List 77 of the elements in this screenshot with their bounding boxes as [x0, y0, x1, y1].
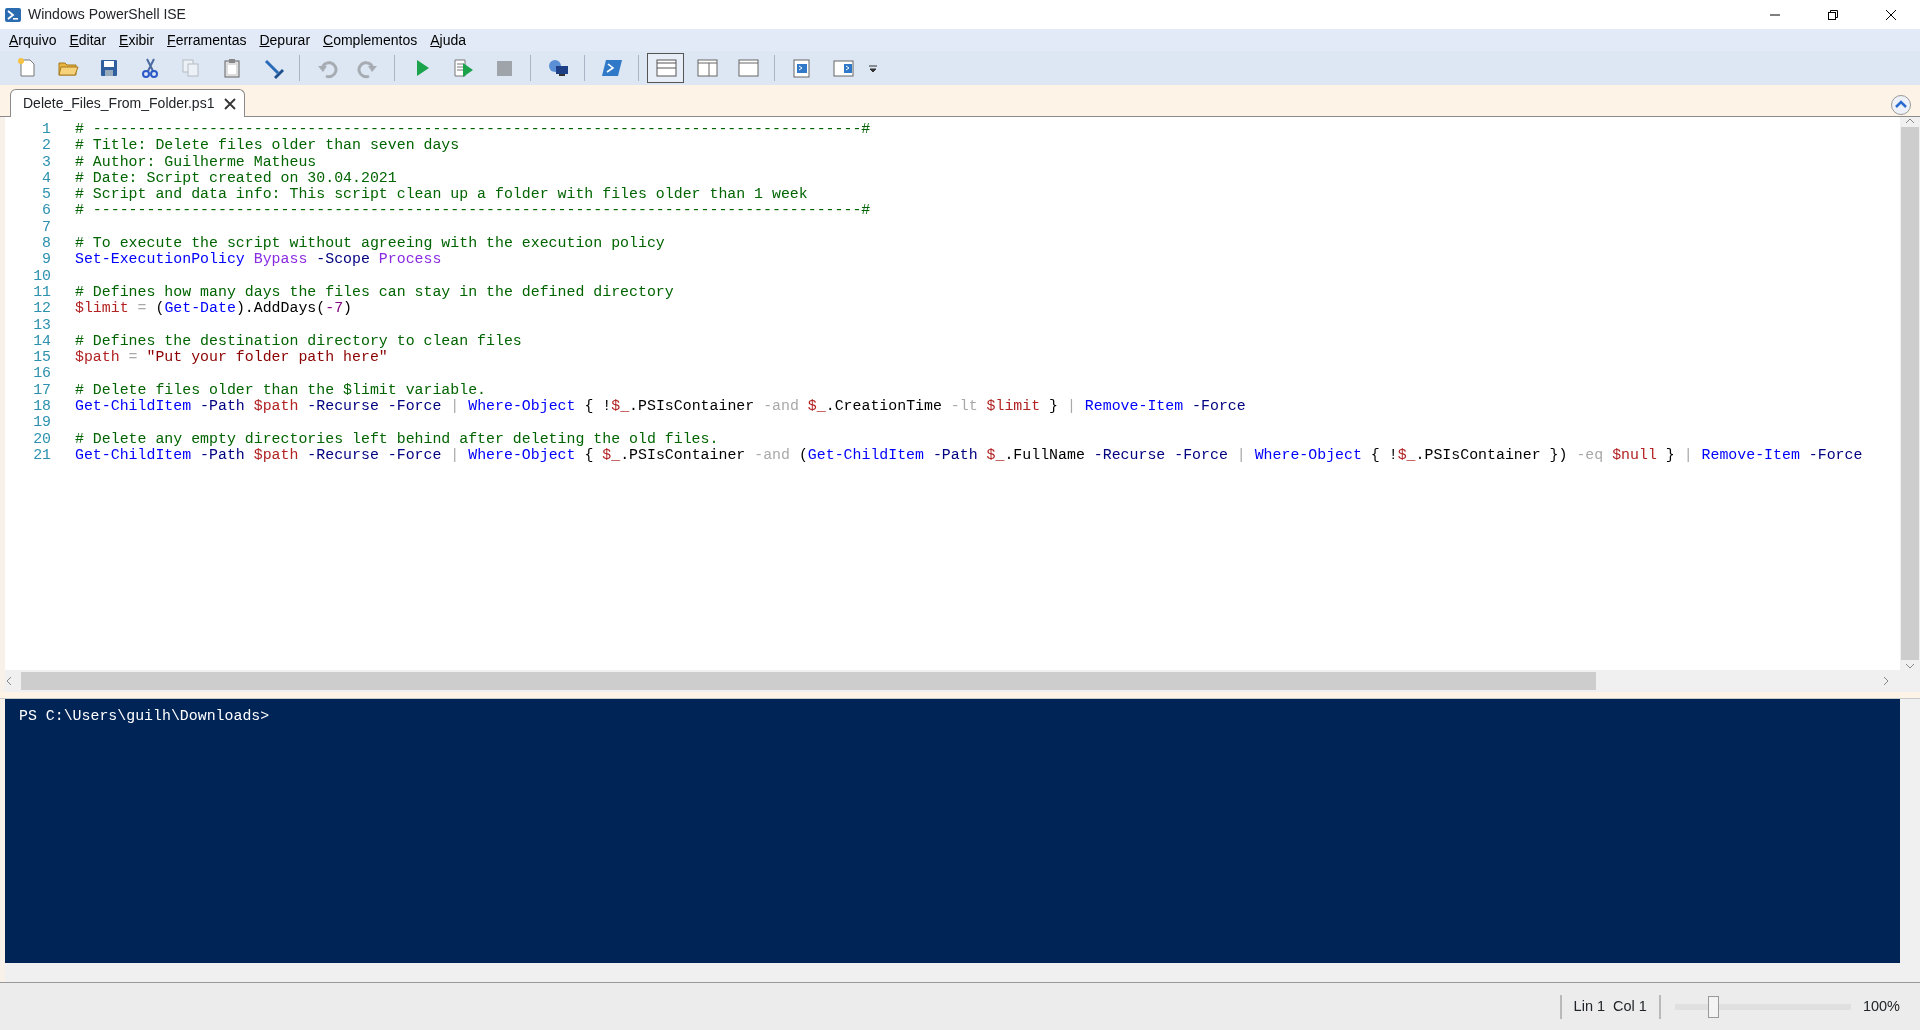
- menu-item[interactable]: Ferramentas: [162, 29, 255, 51]
- column-indicator: Col 1: [1613, 996, 1647, 1016]
- code-line: # Defines how many days the files can stay in the defined directory: [75, 283, 674, 301]
- code-line: # To execute the script without agreeing with the execution policy: [75, 235, 665, 252]
- code-line: # Delete files older than the $limit variable.: [75, 381, 487, 399]
- line-number: 9: [41, 251, 51, 268]
- line-number: 11: [32, 283, 51, 301]
- run-selection-icon: [451, 57, 474, 79]
- new-file-icon: [15, 57, 38, 79]
- overflow-icon[interactable]: [869, 64, 877, 73]
- powershell-icon: [600, 57, 623, 79]
- scroll-left-icon[interactable]: [5, 676, 13, 686]
- line-number: 13: [32, 316, 51, 333]
- line-number: 14: [32, 332, 51, 350]
- restore-icon[interactable]: [1827, 8, 1839, 21]
- line-number: 4: [41, 169, 51, 187]
- line-number: 19: [32, 414, 51, 431]
- line-number: 16: [32, 365, 51, 382]
- code-line: # Title: Delete files older than seven days: [75, 137, 460, 154]
- monitor-icon: [546, 57, 569, 79]
- code-line: # Author: Guilherme Matheus: [75, 153, 317, 170]
- line-number: 8: [41, 235, 51, 252]
- code-line: $path = "Put your folder path here": [75, 349, 388, 366]
- menu-item[interactable]: Complementos: [318, 29, 426, 51]
- menu-item[interactable]: Editar: [64, 29, 115, 51]
- code-line: # Delete any empty directories left behind after deleting the old files.: [75, 430, 719, 447]
- vertical-scrollbar[interactable]: [1900, 699, 1920, 963]
- close-icon[interactable]: [1885, 8, 1897, 21]
- line-number: 1: [41, 121, 51, 138]
- line-number: 15: [32, 349, 51, 366]
- script-tab[interactable]: Delete_Files_From_Folder.ps1: [10, 89, 246, 117]
- code-line: # --------------------------------------------------------------------------------------#: [75, 202, 871, 219]
- code-line: Get-ChildItem -Path $path -Recurse -Force | Where-Object { $_.PSIsContainer -and (Get-ChildItem -Path $_.FullName -Recurse -Force | Where-Object { !$_.PSIsContainer }) -eq $null } | Remove-Item -Force: [75, 446, 1863, 464]
- menu-item[interactable]: Exibir: [114, 29, 163, 51]
- code-line: # Script and data info: This script clean up a folder with files older than 1 week: [75, 186, 808, 203]
- line-number: 20: [32, 430, 51, 447]
- code-line: Get-ChildItem -Path $path -Recurse -Force | Where-Object { !$_.PSIsContainer -and $_.CreationTime -lt $limit } | Remove-Item -Force: [75, 398, 1246, 415]
- scroll-down-icon[interactable]: [1905, 662, 1915, 670]
- horizontal-scrollbar[interactable]: [0, 963, 1920, 982]
- code-line: # --------------------------------------------------------------------------------------#: [75, 121, 871, 138]
- line-indicator: Lin 1: [1573, 996, 1606, 1016]
- powershell-icon: [4, 6, 22, 25]
- layout-top-icon: [654, 57, 677, 79]
- line-number: 18: [32, 398, 51, 415]
- line-number: 12: [32, 300, 51, 317]
- code-line: # Date: Script created on 30.04.2021: [75, 169, 397, 187]
- menu-item[interactable]: Arquivo: [4, 29, 65, 51]
- window-title: Windows PowerShell ISE: [28, 5, 186, 24]
- line-number: 21: [32, 446, 51, 464]
- vertical-scrollbar[interactable]: [1900, 117, 1920, 670]
- line-number: 7: [41, 218, 51, 236]
- console-prompt: PS C:\Users\guilh\Downloads>: [19, 707, 271, 726]
- line-number: 6: [41, 202, 51, 219]
- zoom-level: 100%: [1862, 996, 1900, 1016]
- slider-thumb[interactable]: [1707, 995, 1719, 1018]
- menu-item[interactable]: Ajuda: [425, 29, 475, 51]
- collapse-icon[interactable]: [1890, 93, 1912, 116]
- line-number: 5: [41, 186, 51, 203]
- code-line: Set-ExecutionPolicy Bypass -Scope Process: [75, 251, 442, 268]
- line-number: 3: [41, 153, 51, 170]
- line-number: 2: [41, 137, 51, 154]
- toolbar-button[interactable]: [647, 53, 684, 83]
- line-number: 17: [32, 381, 51, 399]
- line-number: 10: [32, 267, 51, 284]
- layout-right-icon: [695, 57, 718, 79]
- horizontal-scrollbar[interactable]: [0, 670, 1920, 692]
- copy-icon: [179, 57, 202, 79]
- code-line: $limit = (Get-Date).AddDays(-7): [75, 300, 353, 317]
- code-line: # Defines the destination directory to clean files: [75, 332, 522, 350]
- close-icon[interactable]: [224, 98, 237, 111]
- addon-pane-icon: [831, 57, 854, 79]
- layout-max-icon: [736, 57, 759, 79]
- scroll-right-icon[interactable]: [1882, 676, 1890, 686]
- command-window-icon: [790, 57, 813, 79]
- menu-item[interactable]: Depurar: [254, 29, 319, 51]
- scroll-up-icon[interactable]: [1905, 117, 1915, 125]
- console-pane[interactable]: PS C:\Users\guilh\Downloads>: [5, 699, 1900, 963]
